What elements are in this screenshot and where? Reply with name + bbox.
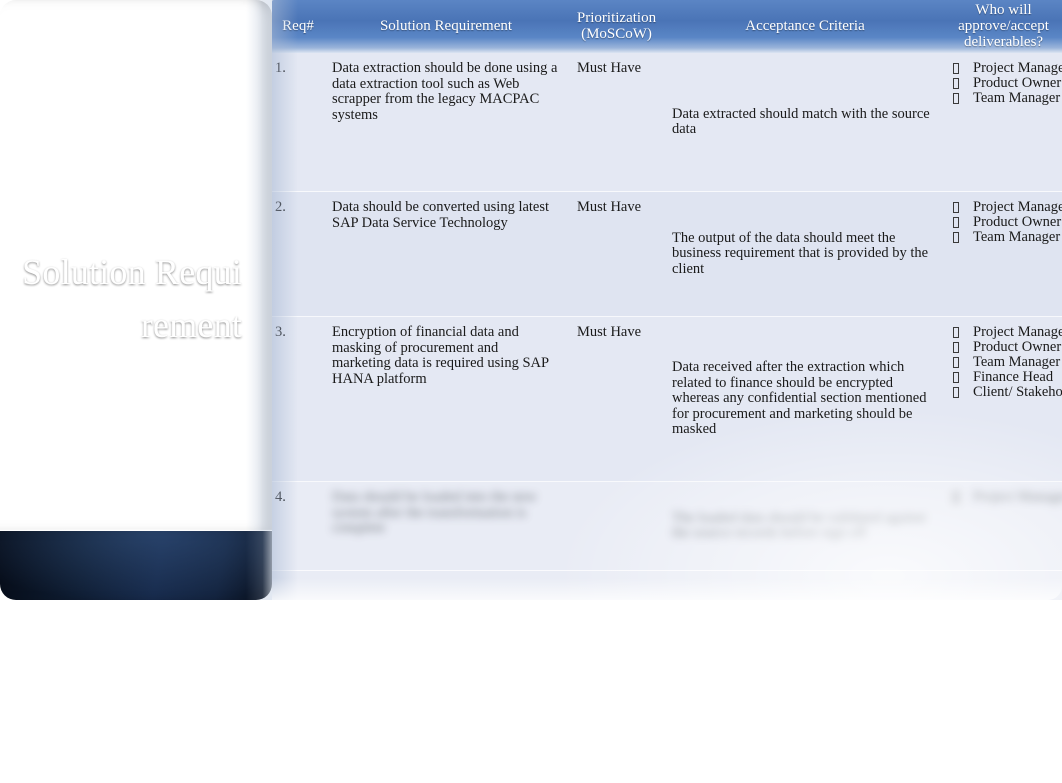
table-row: 1. Data extraction should be done using … [272, 52, 1062, 192]
approver-item: Product Owner [945, 340, 1062, 355]
column-header-prioritization-line1: Prioritization [576, 10, 657, 26]
cell-approvers: Project Manager [945, 481, 1062, 571]
cell-prioritization: Must Have [568, 52, 665, 192]
bullet-icon [953, 93, 959, 104]
approver-item: Team Manager [945, 230, 1062, 245]
approver-item: Project Manager [945, 200, 1062, 215]
column-header-prioritization: Prioritization (MoSCoW) [568, 0, 665, 53]
requirements-table: Req# Solution Requirement Prioritization… [272, 0, 1062, 600]
approver-name: Finance Head [973, 369, 1054, 385]
cell-solution-requirement: Data should be loaded into the new syste… [324, 481, 568, 571]
bullet-icon [953, 232, 959, 243]
column-header-approvers-line3: deliverables? [963, 34, 1044, 50]
table-row [272, 570, 1062, 600]
column-header-approvers-line2: approve/accept [958, 18, 1049, 34]
approver-item: Project Manager [945, 490, 1062, 505]
cell-req-number: 1. [272, 52, 324, 192]
cell-prioritization [568, 570, 665, 600]
column-header-req: Req# [272, 0, 324, 53]
approver-list: Project Manager Product Owner Team Manager [945, 200, 1062, 245]
table-row: 4. Data should be loaded into the new sy… [272, 481, 1062, 571]
approver-name: Team Manager [973, 354, 1061, 370]
cell-approvers: Project Manager Product Owner Team Manager [945, 191, 1062, 317]
approver-item: Product Owner [945, 215, 1062, 230]
approver-name: Project Manager [973, 199, 1062, 215]
bullet-icon [953, 342, 959, 353]
cell-acceptance-criteria: The loaded data should be validated agai… [665, 481, 945, 571]
cell-solution-requirement [324, 570, 568, 600]
approver-item: Product Owner [945, 76, 1062, 91]
cell-acceptance-criteria: The output of the data should meet the b… [665, 191, 945, 317]
approver-item: Client/ Stakeholder [945, 385, 1062, 400]
bullet-icon [953, 372, 959, 383]
bullet-icon [953, 63, 959, 74]
cell-req-number: 3. [272, 316, 324, 482]
cell-approvers [945, 570, 1062, 600]
redacted-text: The loaded data should be validated agai… [672, 509, 926, 541]
cell-acceptance-criteria [665, 570, 945, 600]
approver-item: Project Manager [945, 61, 1062, 76]
approver-name: Project Manager [973, 324, 1062, 340]
cell-acceptance-criteria: Data received after the extraction which… [665, 316, 945, 482]
approver-item: Finance Head [945, 370, 1062, 385]
cell-solution-requirement: Encryption of financial data and masking… [324, 316, 568, 482]
cell-req-number [272, 570, 324, 600]
cell-approvers: Project Manager Product Owner Team Manager [945, 52, 1062, 192]
bullet-icon [953, 387, 959, 398]
table-row: 2. Data should be converted using latest… [272, 191, 1062, 317]
bullet-icon [953, 357, 959, 368]
slide-canvas: Solution Requirement Req# Solution Requi… [0, 0, 1062, 783]
table-body: 1. Data extraction should be done using … [272, 52, 1062, 600]
page-title: Solution Requirement [22, 252, 242, 345]
bullet-icon [953, 327, 959, 338]
column-header-prioritization-line2: (MoSCoW) [581, 26, 652, 42]
approver-name: Project Manager [973, 489, 1062, 505]
cell-req-number: 2. [272, 191, 324, 317]
approver-name: Team Manager [973, 229, 1061, 245]
cell-req-number: 4. [272, 481, 324, 571]
approver-name: Product Owner [973, 75, 1062, 91]
table-row: 3. Encryption of financial data and mask… [272, 316, 1062, 482]
bullet-icon [953, 492, 959, 503]
bullet-icon [953, 202, 959, 213]
approver-name: Client/ Stakeholder [973, 384, 1062, 400]
cell-acceptance-criteria: Data extracted should match with the sou… [665, 52, 945, 192]
approver-item: Team Manager [945, 355, 1062, 370]
column-header-acceptance-criteria: Acceptance Criteria [665, 0, 945, 53]
approver-name: Product Owner [973, 214, 1062, 230]
bullet-icon [953, 78, 959, 89]
table-header-row: Req# Solution Requirement Prioritization… [272, 0, 1062, 53]
approver-name: Project Manager [973, 60, 1062, 76]
approver-name: Product Owner [973, 339, 1062, 355]
redacted-text: Data should be loaded into the new syste… [332, 489, 537, 536]
cell-prioritization [568, 481, 665, 571]
table-header: Req# Solution Requirement Prioritization… [272, 0, 1062, 53]
approver-list: Project Manager Product Owner Team Manager [945, 61, 1062, 106]
title-panel-lower-block [0, 531, 272, 600]
cell-prioritization: Must Have [568, 316, 665, 482]
bullet-icon [953, 217, 959, 228]
column-header-approvers: Who will approve/accept deliverables? [945, 0, 1062, 53]
cell-prioritization: Must Have [568, 191, 665, 317]
column-header-solution-requirement: Solution Requirement [324, 0, 568, 53]
cell-solution-requirement: Data should be converted using latest SA… [324, 191, 568, 317]
approver-item: Team Manager [945, 91, 1062, 106]
cell-solution-requirement: Data extraction should be done using a d… [324, 52, 568, 192]
column-header-approvers-line1: Who will [975, 2, 1032, 18]
approver-item: Project Manager [945, 325, 1062, 340]
title-panel: Solution Requirement [0, 0, 272, 600]
approver-list: Project Manager [945, 490, 1062, 505]
approver-list: Project Manager Product Owner Team Manager… [945, 325, 1062, 400]
cell-approvers: Project Manager Product Owner Team Manager… [945, 316, 1062, 482]
requirements-table-container: Req# Solution Requirement Prioritization… [272, 0, 1062, 600]
approver-name: Team Manager [973, 90, 1061, 106]
